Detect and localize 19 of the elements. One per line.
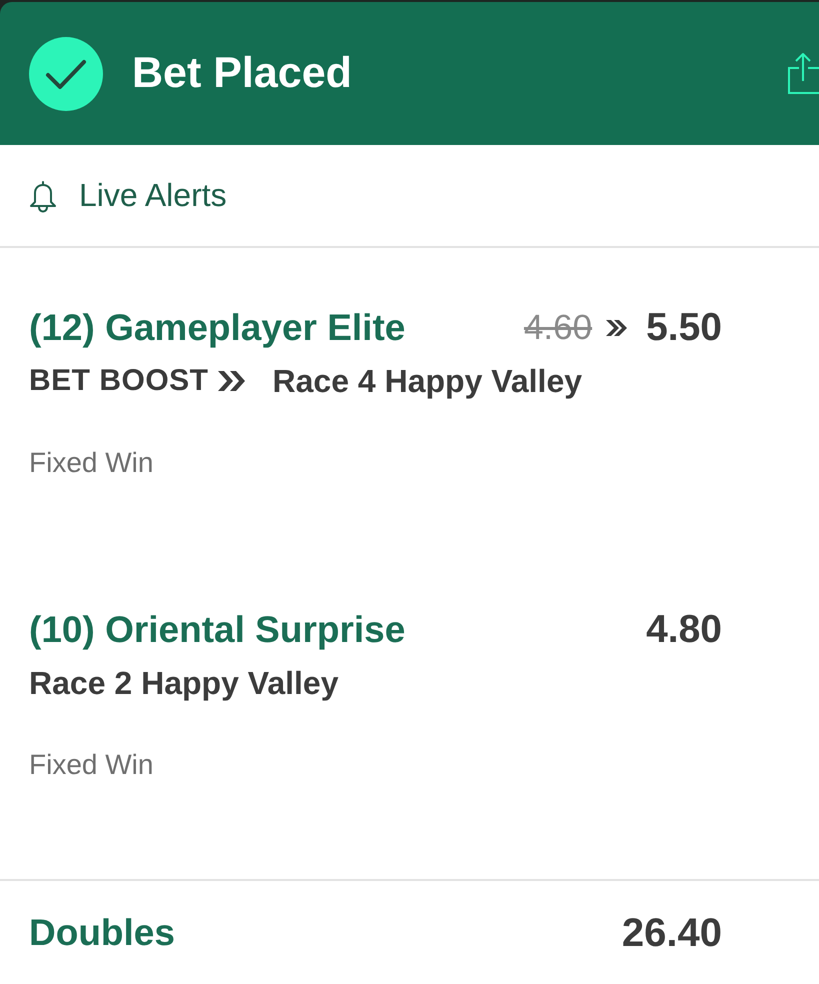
live-alerts-button[interactable]: Live Alerts	[27, 177, 227, 214]
double-chevron-icon	[216, 370, 247, 392]
odds-value: 4.80	[646, 608, 722, 652]
odds-value: 5.50	[646, 306, 722, 350]
race-name: Race 4 Happy Valley	[272, 362, 582, 400]
market-type: Fixed Win	[29, 749, 154, 781]
header-title: Bet Placed	[132, 49, 353, 98]
previous-odds: 4.60	[524, 308, 592, 348]
odds-value: 26.40	[622, 910, 722, 956]
boost-label: BET BOOST	[29, 364, 209, 398]
double-chevron-icon	[604, 318, 628, 338]
market-type: Fixed Win	[29, 447, 154, 479]
share-icon[interactable]	[787, 50, 819, 94]
race-name: Race 2 Happy Valley	[29, 664, 339, 702]
selection-name: (10) Oriental Surprise	[29, 609, 406, 651]
selection-name: (12) Gameplayer Elite	[29, 307, 406, 349]
bell-icon	[27, 178, 59, 212]
multiple-label: Doubles	[29, 912, 175, 954]
check-icon	[29, 36, 103, 110]
